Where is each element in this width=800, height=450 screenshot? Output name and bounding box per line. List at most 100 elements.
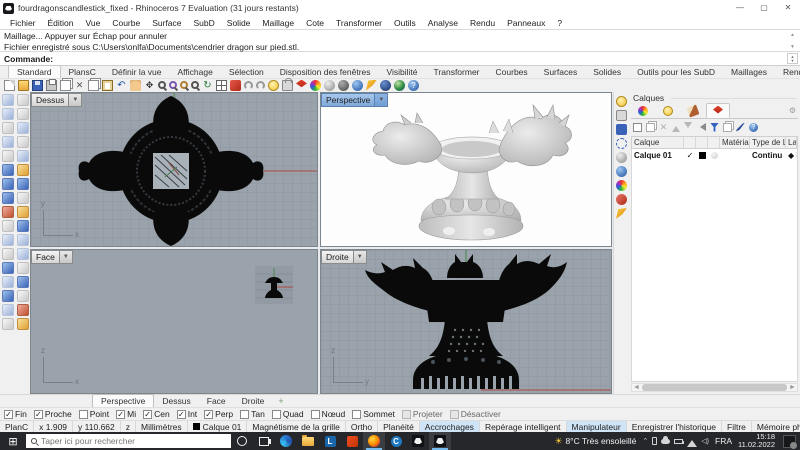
scroll-up-icon[interactable]: ▲ — [790, 30, 795, 41]
layer-print-width[interactable]: ◆ Déf... — [786, 151, 797, 160]
move-layer-up-icon[interactable] — [672, 122, 680, 132]
checkbox[interactable] — [352, 410, 361, 419]
render-environment-icon[interactable] — [394, 80, 405, 91]
menu-surface[interactable]: Surface — [146, 18, 187, 28]
polyline-tool-icon[interactable] — [2, 108, 14, 120]
extend-tool-icon[interactable] — [2, 248, 14, 260]
layer-material-swatch[interactable] — [708, 152, 720, 159]
rotate-view-icon[interactable]: ↻ — [202, 80, 213, 91]
status-filter[interactable]: Filtre — [722, 421, 752, 432]
repair-tool-icon[interactable] — [17, 318, 29, 330]
tab-outils-subd[interactable]: Outils pour les SubD — [629, 66, 723, 78]
new-layer-icon[interactable] — [633, 123, 642, 132]
tab-affichage[interactable]: Affichage — [170, 66, 221, 78]
lasso-select-icon[interactable] — [616, 138, 627, 149]
pointer-tool-icon[interactable] — [2, 94, 14, 106]
tab-definir-la-vue[interactable]: Définir la vue — [104, 66, 170, 78]
viewport-dropdown-icon[interactable]: ▼ — [60, 250, 73, 264]
rhino-taskbar-button-active[interactable] — [429, 432, 451, 450]
checkbox[interactable] — [272, 410, 281, 419]
col-linetype[interactable]: Type de L... — [750, 137, 786, 148]
layers-icon[interactable] — [296, 80, 307, 91]
lock-objects-icon[interactable] — [282, 80, 293, 91]
menu-analyse[interactable]: Analyse — [422, 18, 464, 28]
menu-fichier[interactable]: Fichier — [4, 18, 42, 28]
pan-icon[interactable] — [130, 80, 141, 91]
zoom-selected-icon[interactable] — [180, 81, 188, 89]
tab-materials[interactable] — [681, 103, 705, 118]
tab-surfaces[interactable]: Surfaces — [536, 66, 586, 78]
command-history[interactable]: Maillage... Appuyer sur Échap pour annul… — [0, 29, 800, 52]
status-units[interactable]: Millimètres — [136, 421, 188, 432]
annotate-icon[interactable] — [366, 80, 377, 91]
move-icon[interactable]: ✥ — [144, 80, 155, 91]
delete-icon[interactable]: ✕ — [74, 80, 85, 91]
sphere-tool-icon[interactable] — [17, 178, 29, 190]
status-planar[interactable]: Planéité — [378, 421, 420, 432]
menu-panneaux[interactable]: Panneaux — [501, 18, 551, 28]
lock-icon[interactable] — [616, 110, 627, 121]
open-file-icon[interactable] — [18, 80, 29, 91]
layer-row[interactable]: Calque 01 ✓ Continu ◆ Déf... — [632, 149, 797, 162]
filter-layers-icon[interactable] — [710, 123, 719, 132]
cylinder-tool-icon[interactable] — [2, 192, 14, 204]
menu-solide[interactable]: Solide — [221, 18, 257, 28]
start-button[interactable]: ⊞ — [0, 432, 26, 450]
show-objects-icon[interactable] — [268, 80, 279, 91]
viewport-label-face[interactable]: Face ▼ — [31, 250, 73, 264]
col-largeur[interactable]: Larg — [786, 137, 797, 148]
tab-lights[interactable] — [656, 103, 680, 118]
vtab-dessus[interactable]: Dessus — [154, 395, 198, 407]
scroll-left-icon[interactable]: ◄ — [632, 384, 641, 392]
status-osnap[interactable]: Accrochages — [420, 421, 480, 432]
circle-tool-icon[interactable] — [2, 122, 14, 134]
phone-icon[interactable] — [652, 437, 657, 445]
array-tool-icon[interactable] — [17, 262, 29, 274]
polygon-tool-icon[interactable] — [2, 136, 14, 148]
save-icon[interactable] — [32, 80, 43, 91]
task-view-button[interactable] — [253, 432, 275, 450]
viewport-layout-icon[interactable] — [216, 80, 227, 91]
undo-icon[interactable]: ↶ — [116, 80, 127, 91]
move-layer-down-icon[interactable] — [684, 122, 692, 132]
surface-tool-icon[interactable] — [2, 164, 14, 176]
menu-maillage[interactable]: Maillage — [256, 18, 300, 28]
boolean-tool-icon[interactable] — [2, 206, 14, 218]
display-mode-icon[interactable] — [352, 80, 363, 91]
close-button[interactable]: ✕ — [776, 0, 800, 16]
status-smarttrack[interactable]: Repérage intelligent — [480, 421, 567, 432]
zoom-window-icon[interactable] — [169, 81, 177, 89]
new-file-icon[interactable] — [4, 80, 15, 91]
office-button[interactable] — [341, 432, 363, 450]
rectangle-tool-icon[interactable] — [17, 136, 29, 148]
osnap-mi[interactable]: ✓Mi — [116, 409, 136, 419]
checkbox[interactable] — [311, 410, 320, 419]
sweep-tool-icon[interactable] — [17, 164, 29, 176]
checkbox[interactable] — [79, 410, 88, 419]
mirror-tool-icon[interactable] — [2, 276, 14, 288]
checkbox[interactable] — [450, 410, 459, 419]
checkbox[interactable]: ✓ — [177, 410, 186, 419]
osnap-sommet[interactable]: Sommet — [352, 409, 395, 419]
menu-rendu[interactable]: Rendu — [464, 18, 501, 28]
viewport-perspective[interactable]: Perspective ▼ — [320, 92, 612, 247]
menu-cote[interactable]: Cote — [300, 18, 330, 28]
tab-courbes[interactable]: Courbes — [488, 66, 536, 78]
network-icon[interactable] — [687, 435, 697, 447]
status-grid-snap[interactable]: Magnétisme de la grille — [247, 421, 345, 432]
tab-visibilite[interactable]: Visibilité — [379, 66, 426, 78]
duplicate-layer-icon[interactable] — [646, 123, 655, 132]
layer-options-icon[interactable] — [723, 123, 732, 132]
join-tool-icon[interactable] — [17, 220, 29, 232]
scroll-down-icon[interactable]: ▼ — [790, 42, 795, 53]
menu-vue[interactable]: Vue — [80, 18, 107, 28]
tab-selection[interactable]: Sélection — [221, 66, 272, 78]
tab-standard[interactable]: Standard — [8, 65, 61, 78]
nurbs-tool-icon[interactable] — [17, 290, 29, 302]
osnap-quad[interactable]: Quad — [272, 409, 304, 419]
taskbar-search[interactable] — [26, 434, 231, 448]
fillet-tool-icon[interactable] — [17, 206, 29, 218]
status-cplane[interactable]: PlanC — [0, 421, 34, 432]
rendered-view-icon[interactable] — [616, 166, 627, 177]
col-materiau[interactable]: Matériau — [720, 137, 750, 148]
